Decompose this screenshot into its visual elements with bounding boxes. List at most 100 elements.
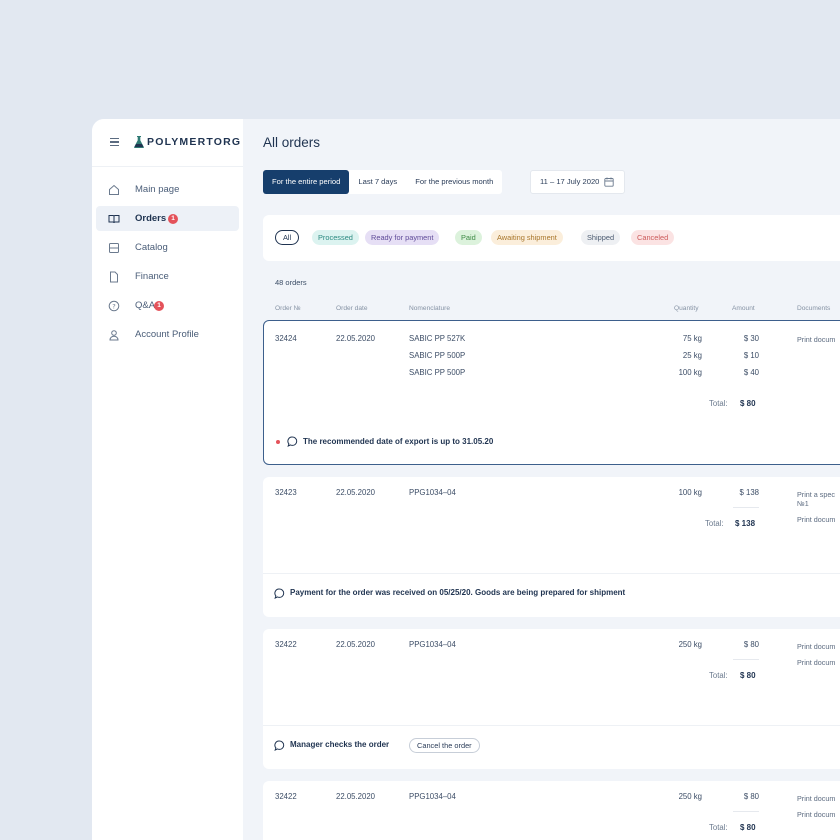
order-number: 32422: [275, 792, 297, 801]
print-document-link[interactable]: Print docum: [797, 335, 835, 344]
sidebar-item-catalog[interactable]: Catalog: [96, 235, 239, 260]
column-header-order-date: Order date: [336, 305, 368, 312]
item-amount: $ 138: [739, 488, 759, 497]
divider: [263, 573, 840, 574]
column-header-order-number: Order №: [275, 305, 301, 312]
item-amount: $ 80: [743, 792, 759, 801]
filter-chip-canceled[interactable]: Canceled: [631, 230, 675, 245]
column-header-nomenclature: Nomenclature: [409, 305, 451, 312]
sidebar-item-account-profile[interactable]: Account Profile: [96, 322, 239, 347]
logo-text: POLYMERTORG: [147, 136, 242, 148]
print-specification-link[interactable]: Print a spec: [797, 490, 835, 499]
sidebar-item-label: Catalog: [135, 242, 168, 253]
column-header-quantity: Quantity: [674, 305, 699, 312]
order-date: 22.05.2020: [336, 792, 376, 801]
item-name: PPG1034–04: [409, 792, 456, 801]
chat-icon: [274, 588, 285, 599]
item-name: SABIC PP 500P: [409, 351, 466, 360]
column-header-amount: Amount: [732, 305, 755, 312]
item-amount: $ 40: [743, 368, 759, 377]
period-entire-button[interactable]: For the entire period: [263, 170, 350, 194]
item-name: SABIC PP 500P: [409, 368, 466, 377]
item-quantity: 250 kg: [678, 792, 702, 801]
sidebar-item-finance[interactable]: Finance: [96, 264, 239, 289]
cancel-order-button[interactable]: Cancel the order: [409, 738, 480, 753]
sidebar-item-label: Account Profile: [135, 329, 199, 340]
sidebar-item-label: Finance: [135, 271, 169, 282]
order-message: The recommended date of export is up to …: [303, 437, 494, 446]
chat-icon: [287, 436, 298, 447]
item-name: SABIC PP 527K: [409, 334, 466, 343]
divider: [263, 725, 840, 726]
filter-chip-processed[interactable]: Processed: [312, 230, 359, 245]
order-card[interactable]: 32423 22.05.2020 PPG1034–04 100 kg $ 138…: [263, 477, 840, 617]
home-icon: [109, 184, 119, 195]
period-previous-month-button[interactable]: For the previous month: [406, 170, 502, 194]
total-label: Total:: [705, 519, 724, 528]
order-number: 32422: [275, 640, 297, 649]
menu-icon[interactable]: [110, 138, 119, 147]
filter-chip-paid[interactable]: Paid: [455, 230, 482, 245]
order-date: 22.05.2020: [336, 334, 376, 343]
sidebar-item-label: Main page: [135, 184, 180, 195]
order-card[interactable]: 32422 22.05.2020 PPG1034–04 250 kg $ 80 …: [263, 781, 840, 840]
order-date: 22.05.2020: [336, 640, 376, 649]
order-message: Manager checks the order: [290, 740, 390, 749]
order-number: 32423: [275, 488, 297, 497]
item-amount: $ 10: [743, 351, 759, 360]
column-header-documents: Documents: [797, 305, 831, 312]
logo-icon: [134, 136, 144, 148]
order-total: $ 80: [740, 399, 756, 408]
chat-icon: [274, 740, 285, 751]
period-last-7-days-button[interactable]: Last 7 days: [349, 170, 406, 194]
item-quantity: 100 kg: [678, 488, 702, 497]
total-label: Total:: [709, 823, 728, 832]
amount-divider: [733, 659, 759, 660]
print-document-link[interactable]: Print docum: [797, 642, 835, 651]
item-quantity: 25 kg: [682, 351, 702, 360]
item-name: PPG1034–04: [409, 640, 456, 649]
sidebar-item-qa[interactable]: ? Q&A 1: [96, 293, 239, 318]
sidebar-item-label: Q&A: [135, 300, 156, 311]
item-quantity: 250 kg: [678, 640, 702, 649]
item-amount: $ 30: [743, 334, 759, 343]
catalog-icon: [109, 243, 119, 253]
notification-badge: 1: [168, 214, 178, 224]
filter-chip-awaiting-shipment[interactable]: Awaiting shipment: [491, 230, 563, 245]
book-icon: [108, 215, 120, 224]
total-label: Total:: [709, 399, 728, 408]
status-filter-bar: All Processed Ready for payment Paid Awa…: [263, 215, 840, 261]
print-document-link[interactable]: Print docum: [797, 515, 835, 524]
filter-chip-all[interactable]: All: [275, 230, 300, 245]
order-total: $ 138: [735, 519, 756, 528]
item-quantity: 75 kg: [682, 334, 702, 343]
amount-divider: [733, 811, 759, 812]
notification-badge: 1: [154, 301, 164, 311]
unread-indicator: [276, 440, 280, 444]
order-number: 32424: [275, 334, 297, 343]
order-date: 22.05.2020: [336, 488, 376, 497]
file-icon: [110, 271, 118, 283]
svg-text:?: ?: [112, 302, 115, 310]
filter-chip-shipped[interactable]: Shipped: [581, 230, 621, 245]
sidebar-nav: Main page Orders 1 Catalog Finance ? Q&A…: [96, 177, 239, 351]
calendar-icon: [604, 177, 614, 187]
item-quantity: 100 kg: [678, 368, 702, 377]
sidebar-item-orders[interactable]: Orders 1: [96, 206, 239, 231]
user-icon: [109, 330, 119, 341]
item-name: PPG1034–04: [409, 488, 456, 497]
order-total: $ 80: [740, 671, 756, 680]
filter-chip-ready-for-payment[interactable]: Ready for payment: [365, 230, 440, 245]
order-message: Payment for the order was received on 05…: [290, 588, 626, 597]
sidebar-item-main-page[interactable]: Main page: [96, 177, 239, 202]
date-range-picker[interactable]: 11 – 17 July 2020: [530, 170, 625, 194]
app-window: POLYMERTORG Main page Orders 1 Catalog F…: [92, 119, 840, 840]
order-card[interactable]: 32424 22.05.2020 SABIC PP 527K 75 kg $ 3…: [263, 320, 840, 465]
order-card[interactable]: 32422 22.05.2020 PPG1034–04 250 kg $ 80 …: [263, 629, 840, 769]
question-icon: ?: [108, 300, 120, 312]
print-document-link[interactable]: Print docum: [797, 794, 835, 803]
amount-divider: [733, 507, 759, 508]
print-document-link[interactable]: Print docum: [797, 810, 835, 819]
print-document-link[interactable]: Print docum: [797, 658, 835, 667]
orders-count: 48 orders: [275, 278, 307, 287]
